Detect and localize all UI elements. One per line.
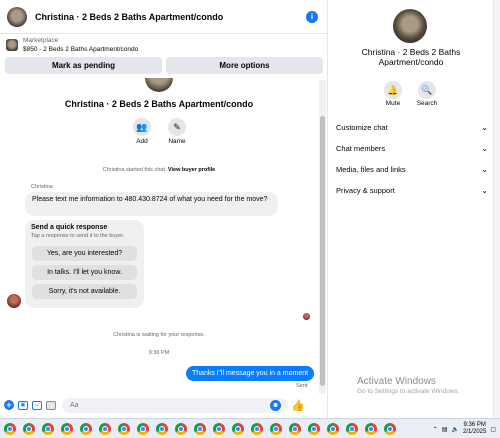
chrome-taskbar-icon[interactable] (118, 423, 130, 435)
message-composer: + ▣ ☺ ☻ 👍 (0, 395, 328, 415)
chevron-down-icon: ⌄ (481, 123, 488, 132)
notification-icon[interactable]: ▢ (490, 426, 496, 433)
clock-date: 2/1/2025 (462, 429, 487, 435)
thread-title: Christina · 2 Beds 2 Baths Apartment/con… (64, 99, 254, 109)
contact-avatar[interactable] (7, 6, 27, 27)
quick-response-subtitle: Tap a response to send it to the buyer. (31, 233, 125, 239)
clock-time: 9:36 PM (463, 422, 486, 428)
chrome-taskbar-icon[interactable] (23, 423, 35, 435)
page-scrollbar[interactable] (493, 0, 500, 418)
customize-chat-row[interactable]: Customize chat ⌄ (336, 121, 488, 135)
quick-response-option[interactable]: In talks. I'll let you know. (32, 265, 137, 280)
mark-as-pending-button[interactable]: Mark as pending (5, 57, 162, 74)
chat-title[interactable]: Christina · 2 Beds 2 Baths Apartment/con… (35, 12, 223, 22)
seen-indicator-avatar (303, 313, 310, 320)
gif-icon[interactable] (46, 400, 56, 410)
chat-info-panel: Christina · 2 Beds 2 Baths Apartment/con… (329, 0, 493, 418)
incoming-message[interactable]: Please text me information to 480.430.87… (25, 192, 278, 216)
activate-windows-watermark: Activate Windows (357, 376, 436, 387)
chrome-taskbar-icon[interactable] (175, 423, 187, 435)
chat-window: Christina · 2 Beds 2 Baths Apartment/con… (0, 0, 328, 418)
chrome-taskbar-icon[interactable] (42, 423, 54, 435)
chat-started-notice: Christina started this chat. View buyer … (0, 167, 318, 173)
more-options-button[interactable]: More options (166, 57, 323, 74)
quick-response-title: Send a quick response (31, 224, 108, 231)
system-tray: ⌃ ▤ 🔈 9:36 PM 2/1/2025 ▢ (433, 421, 496, 437)
add-people-icon[interactable]: 👥 (133, 118, 151, 136)
sender-avatar[interactable] (7, 294, 21, 308)
chrome-taskbar-icon[interactable] (232, 423, 244, 435)
quick-response-option[interactable]: Sorry, it's not available. (32, 284, 137, 299)
thumbs-up-icon[interactable]: 👍 (291, 399, 305, 412)
media-files-links-row[interactable]: Media, files and links ⌄ (336, 163, 488, 177)
thread-avatar (145, 78, 173, 92)
chrome-taskbar-icon[interactable] (213, 423, 225, 435)
listing-detail: $850 - 2 Beds 2 Baths Apartment/condo (23, 46, 139, 53)
chevron-down-icon: ⌄ (481, 165, 488, 174)
message-thread: Christina · 2 Beds 2 Baths Apartment/con… (0, 78, 318, 394)
speaker-icon[interactable]: 🔈 (451, 426, 458, 433)
chrome-taskbar-icon[interactable] (61, 423, 73, 435)
network-icon[interactable]: ▤ (442, 426, 448, 433)
chevron-down-icon: ⌄ (481, 186, 488, 195)
chrome-taskbar-icon[interactable] (80, 423, 92, 435)
bell-icon[interactable]: 🔔 (384, 81, 402, 99)
listing-thumbnail (6, 39, 18, 51)
quick-response-card: Send a quick response Tap a response to … (25, 220, 144, 308)
chrome-taskbar-icon[interactable] (137, 423, 149, 435)
outgoing-message[interactable]: Thanks i"ll message you in a moment (186, 366, 314, 381)
marketplace-listing[interactable]: Marketplace $850 - 2 Beds 2 Baths Apartm… (0, 34, 328, 56)
chevron-up-icon[interactable]: ⌃ (433, 426, 438, 433)
pencil-icon[interactable]: ✎ (168, 118, 186, 136)
message-input[interactable] (62, 397, 288, 413)
chrome-taskbar-icon[interactable] (270, 423, 282, 435)
menu-label: Chat members (336, 144, 386, 153)
quick-response-option[interactable]: Yes, are you interested? (32, 246, 137, 261)
menu-label: Customize chat (336, 123, 388, 132)
name-label: Name (168, 138, 186, 145)
thread-scrollbar[interactable] (319, 80, 326, 394)
chrome-taskbar-icon[interactable] (4, 423, 16, 435)
marketplace-label: Marketplace (23, 37, 59, 44)
clock[interactable]: 9:36 PM 2/1/2025 (463, 422, 486, 436)
sent-status: Sent (296, 383, 308, 389)
sticker-icon[interactable]: ☺ (32, 400, 42, 410)
menu-label: Media, files and links (336, 165, 406, 174)
emoji-icon[interactable]: ☻ (270, 399, 281, 411)
chrome-taskbar-icon[interactable] (308, 423, 320, 435)
windows-taskbar: ⌃ ▤ 🔈 9:36 PM 2/1/2025 ▢ (0, 418, 500, 438)
panel-title: Christina · 2 Beds 2 Baths Apartment/con… (361, 47, 461, 67)
add-label: Add (136, 138, 148, 145)
search-icon[interactable]: 🔍 (418, 81, 436, 99)
chat-header: Christina · 2 Beds 2 Baths Apartment/con… (0, 0, 328, 34)
plus-icon[interactable]: + (4, 400, 14, 410)
sender-name: Christina (31, 184, 53, 190)
chrome-taskbar-icon[interactable] (99, 423, 111, 435)
scrollbar-thumb[interactable] (320, 116, 325, 386)
image-icon[interactable]: ▣ (18, 400, 28, 410)
chat-members-row[interactable]: Chat members ⌄ (336, 142, 488, 156)
listing-actions: Mark as pending More options (5, 57, 323, 74)
search-label: Search (416, 100, 438, 107)
waiting-notice: Christina is waiting for your response. (113, 332, 205, 338)
chrome-taskbar-icon[interactable] (156, 423, 168, 435)
menu-label: Privacy & support (336, 186, 395, 195)
chevron-down-icon: ⌄ (481, 144, 488, 153)
view-buyer-profile-link[interactable]: View buyer profile (168, 167, 215, 173)
chrome-taskbar-icon[interactable] (384, 423, 396, 435)
activate-windows-subtitle: Go to Settings to activate Windows. (357, 388, 460, 395)
chrome-taskbar-icon[interactable] (327, 423, 339, 435)
chrome-taskbar-icon[interactable] (289, 423, 301, 435)
privacy-support-row[interactable]: Privacy & support ⌄ (336, 184, 488, 198)
panel-avatar[interactable] (393, 9, 427, 43)
chrome-taskbar-icon[interactable] (251, 423, 263, 435)
message-timestamp: 9:36 PM (148, 350, 170, 356)
chrome-taskbar-icon[interactable] (365, 423, 377, 435)
chrome-taskbar-icon[interactable] (194, 423, 206, 435)
info-icon[interactable]: i (306, 11, 318, 23)
chrome-taskbar-icon[interactable] (346, 423, 358, 435)
started-text: Christina started this chat. (102, 167, 167, 173)
